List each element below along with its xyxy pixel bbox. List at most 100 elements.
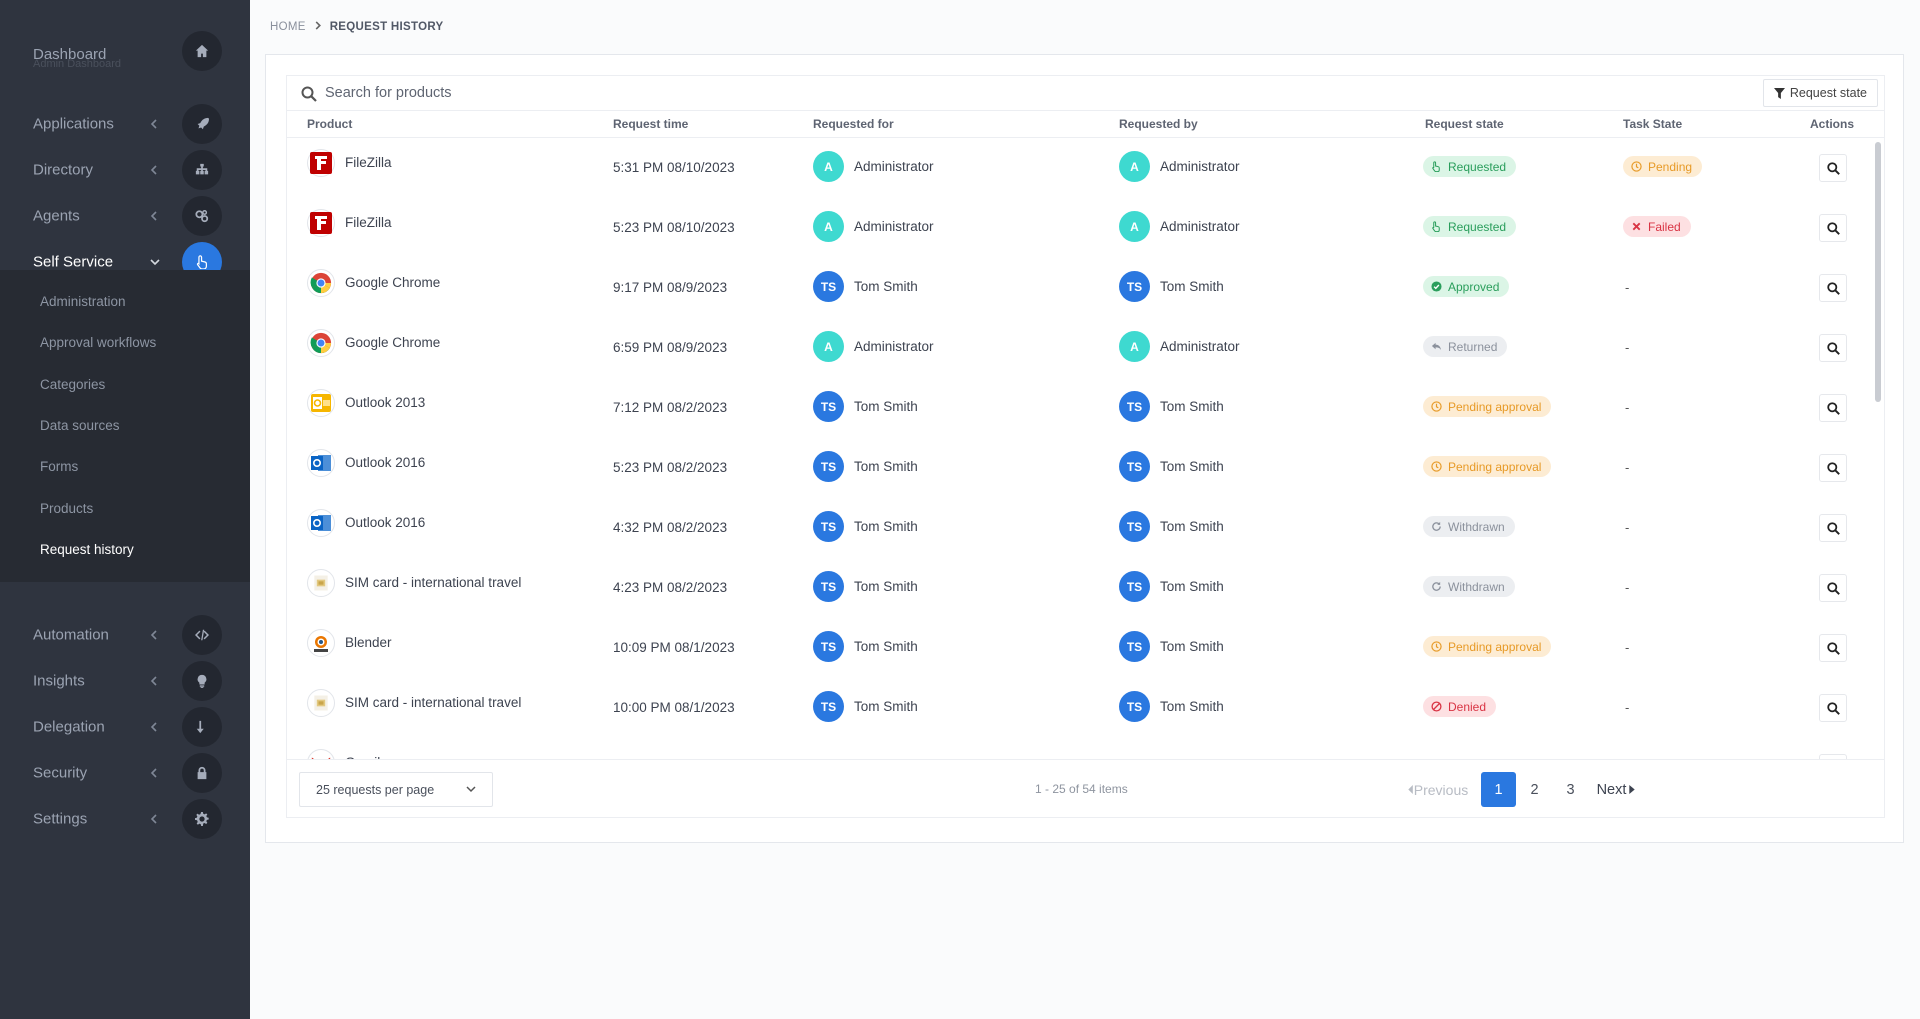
requested-for-cell: TS Tom Smith — [813, 391, 918, 422]
breadcrumb-home[interactable]: HOME — [270, 21, 306, 33]
request-state-filter-button[interactable]: Request state — [1762, 79, 1878, 107]
submenu-item-approval-workflows[interactable]: Approval workflows — [40, 335, 156, 350]
requested-by-name: Administrator — [1160, 339, 1240, 354]
product-name[interactable]: Outlook 2016 — [345, 449, 425, 470]
table-row[interactable]: Outlook 2016 5:23 PM 08/2/2023 TS Tom Smit… — [287, 439, 1884, 499]
requested-for-cell: TS Tom Smith — [813, 451, 918, 482]
table-row[interactable]: Gmail — [287, 739, 1884, 759]
column-header-request-state[interactable]: Request state — [1425, 117, 1504, 131]
table-scrollbar[interactable] — [1875, 142, 1881, 402]
table-row[interactable]: FileZilla 5:23 PM 08/10/2023 A Administrat… — [287, 199, 1884, 259]
column-header-task-state[interactable]: Task State — [1623, 117, 1682, 131]
view-details-button[interactable] — [1819, 214, 1847, 242]
submenu-item-administration[interactable]: Administration — [40, 294, 126, 309]
page-2-button[interactable]: 2 — [1517, 772, 1552, 807]
requested-by-name: Tom Smith — [1160, 579, 1224, 594]
submenu-item-products[interactable]: Products — [40, 501, 93, 516]
table-row[interactable]: Blender 10:09 PM 08/1/2023 TS Tom Smith TS T… — [287, 619, 1884, 679]
view-details-button[interactable] — [1819, 514, 1847, 542]
sidebar-item-label: Directory — [33, 161, 94, 179]
product-name[interactable]: Google Chrome — [345, 269, 440, 290]
page-1-button[interactable]: 1 — [1481, 772, 1516, 807]
chevron-left-icon — [150, 719, 158, 735]
search-icon — [1826, 521, 1840, 535]
product-name[interactable]: SIM card - international travel — [345, 689, 521, 710]
requested-for-name: Tom Smith — [854, 519, 918, 534]
product-name[interactable]: FileZilla — [345, 149, 392, 170]
sidebar-item-insights[interactable]: Insights — [0, 658, 250, 704]
product-name[interactable]: SIM card - international travel — [345, 569, 521, 590]
search-input[interactable] — [325, 82, 1225, 104]
column-header-requested-for[interactable]: Requested for — [813, 117, 894, 131]
previous-page-button[interactable]: Previous — [1402, 772, 1474, 807]
table-row[interactable]: Outlook 2016 4:32 PM 08/2/2023 TS Tom Smit… — [287, 499, 1884, 559]
view-details-button[interactable] — [1819, 274, 1847, 302]
column-header-request-time[interactable]: Request time — [613, 117, 688, 131]
product-name[interactable]: Outlook 2013 — [345, 389, 425, 410]
request-state-badge: Pending approval — [1423, 636, 1552, 657]
requested-by-name: Tom Smith — [1160, 519, 1224, 534]
product-name[interactable]: Gmail — [345, 749, 380, 759]
avatar: TS — [813, 571, 844, 602]
request-state-badge: Withdrawn — [1423, 576, 1515, 597]
request-state-badge: Denied — [1423, 696, 1497, 717]
table-row[interactable]: Google Chrome 9:17 PM 08/9/2023 TS Tom Smi… — [287, 259, 1884, 319]
requested-for-name: Administrator — [854, 219, 934, 234]
submenu-item-categories[interactable]: Categories — [40, 377, 105, 392]
sidebar-item-settings[interactable]: Settings — [0, 796, 250, 842]
sidebar-item-applications[interactable]: Applications — [0, 101, 250, 147]
sidebar-item-label: Delegation — [33, 718, 105, 736]
page-3-button[interactable]: 3 — [1553, 772, 1588, 807]
sidebar: Dashboard Admin Dashboard Applications D… — [0, 0, 250, 1019]
requested-for-name: Tom Smith — [854, 579, 918, 594]
product-name[interactable]: Blender — [345, 629, 392, 650]
view-details-button[interactable] — [1819, 394, 1847, 422]
requested-for-name: Tom Smith — [854, 459, 918, 474]
requested-for-name: Administrator — [854, 339, 934, 354]
view-details-button[interactable] — [1819, 334, 1847, 362]
table-row[interactable]: Outlook 2013 7:12 PM 08/2/2023 TS Tom Smit… — [287, 379, 1884, 439]
column-header-requested-by[interactable]: Requested by — [1119, 117, 1198, 131]
table-row[interactable]: FileZilla 5:31 PM 08/10/2023 A Administrat… — [287, 139, 1884, 199]
breadcrumb: HOME REQUEST HISTORY — [270, 21, 443, 33]
request-state-badge: Requested — [1423, 216, 1517, 237]
sidebar-item-directory[interactable]: Directory — [0, 147, 250, 193]
task-state-label: Failed — [1648, 219, 1681, 234]
chevron-down-icon — [150, 254, 160, 270]
task-state: - — [1625, 280, 1630, 295]
view-details-button[interactable] — [1819, 634, 1847, 662]
requested-by-cell: TS Tom Smith — [1119, 691, 1224, 722]
submenu-item-data-sources[interactable]: Data sources — [40, 418, 120, 433]
product-name[interactable]: FileZilla — [345, 209, 392, 230]
main-content: HOME REQUEST HISTORY Request state Produ… — [251, 0, 1920, 1019]
avatar: TS — [813, 391, 844, 422]
column-header-product[interactable]: Product — [307, 117, 352, 131]
sidebar-item-agents[interactable]: Agents — [0, 193, 250, 239]
table-row[interactable]: SIM card - international travel 10:00 PM… — [287, 679, 1884, 739]
table-body: FileZilla 5:31 PM 08/10/2023 A Administrat… — [287, 139, 1884, 759]
view-details-button[interactable] — [1819, 154, 1847, 182]
submenu-item-request-history[interactable]: Request history — [40, 542, 134, 557]
request-history-card: Request state Product Request time Reque… — [265, 54, 1904, 843]
product-name[interactable]: Outlook 2016 — [345, 509, 425, 530]
submenu-item-forms[interactable]: Forms — [40, 459, 78, 474]
view-details-button[interactable] — [1819, 454, 1847, 482]
sidebar-item-automation[interactable]: Automation — [0, 612, 250, 658]
view-details-button[interactable] — [1819, 694, 1847, 722]
product-name[interactable]: Google Chrome — [345, 329, 440, 350]
task-state-badge: Failed — [1623, 216, 1691, 237]
view-details-button[interactable] — [1819, 574, 1847, 602]
request-state-label: Pending approval — [1448, 399, 1542, 414]
sidebar-item-security[interactable]: Security — [0, 750, 250, 796]
task-state: - — [1625, 580, 1630, 595]
sidebar-item-delegation[interactable]: Delegation — [0, 704, 250, 750]
product-cell: Outlook 2016 — [307, 509, 425, 537]
requested-for-cell: TS Tom Smith — [813, 691, 918, 722]
next-page-button[interactable]: Next — [1590, 772, 1642, 807]
sidebar-item-dashboard[interactable]: Dashboard Admin Dashboard — [0, 28, 250, 74]
search-icon — [1826, 581, 1840, 595]
table-row[interactable]: SIM card - international travel 4:23 PM … — [287, 559, 1884, 619]
table-row[interactable]: Google Chrome 6:59 PM 08/9/2023 A Administ… — [287, 319, 1884, 379]
request-table: Request state Product Request time Reque… — [286, 75, 1885, 818]
per-page-select[interactable]: 25 requests per page — [299, 772, 493, 807]
